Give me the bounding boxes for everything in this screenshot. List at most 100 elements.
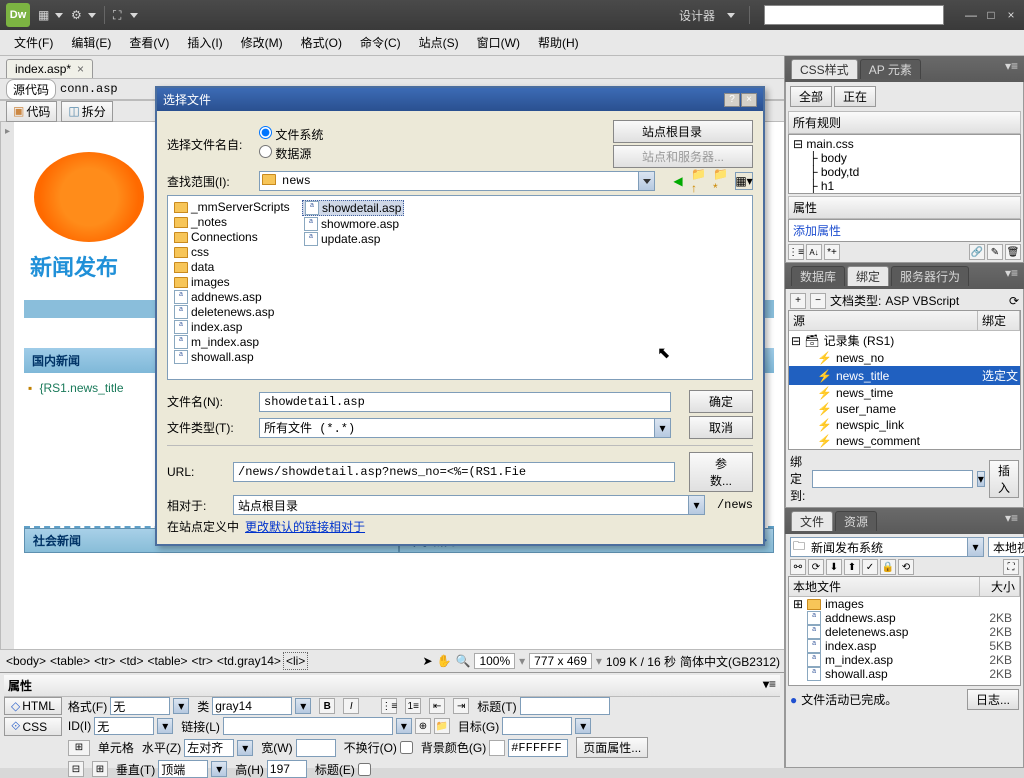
relative-combo[interactable]: ▾ [233, 495, 705, 515]
header-checkbox[interactable] [358, 763, 371, 776]
tab-css-styles[interactable]: CSS样式 [791, 59, 858, 79]
field-news-time[interactable]: ⚡news_time [789, 385, 1020, 401]
recordset-node[interactable]: ⊟ 🗃 记录集 (RS1) [789, 331, 1020, 350]
file-item[interactable]: ashowall.asp [172, 350, 302, 364]
class-select[interactable] [212, 697, 292, 715]
url-input[interactable] [234, 465, 674, 479]
menu-site[interactable]: 站点(S) [413, 32, 465, 53]
menu-view[interactable]: 查看(V) [123, 32, 175, 53]
outdent-button[interactable]: ⇤ [429, 698, 445, 714]
menu-format[interactable]: 格式(O) [295, 32, 348, 53]
folder-item[interactable]: css [172, 245, 302, 259]
css-all-button[interactable]: 全部 [790, 86, 832, 107]
files-tree[interactable]: 本地文件大小 ⊞ images aaddnews.asp2KB adeleten… [788, 576, 1021, 686]
title-input[interactable] [520, 697, 610, 715]
split-cells-icon[interactable]: ⊞ [92, 761, 108, 777]
point-to-file-icon[interactable]: ⊕ [415, 718, 431, 734]
file-tree-item[interactable]: aindex.asp5KB [789, 639, 1020, 653]
put-icon[interactable]: ⬆ [844, 559, 860, 575]
search-input[interactable] [764, 5, 944, 25]
browse-folder-icon[interactable]: 📁 [434, 718, 450, 734]
width-input[interactable] [296, 739, 336, 757]
refresh-icon[interactable]: ⟳ [808, 559, 824, 575]
back-icon[interactable]: ◀ [669, 172, 687, 190]
site-select[interactable]: 🗀▾ [790, 537, 984, 557]
menu-modify[interactable]: 修改(M) [235, 32, 289, 53]
ok-button[interactable]: 确定 [689, 390, 753, 413]
up-folder-icon[interactable]: 📁↑ [691, 172, 709, 190]
cancel-button[interactable]: 取消 [689, 416, 753, 439]
tag-table2[interactable]: <table> [145, 653, 189, 669]
code-view-button[interactable]: ▣代码 [6, 101, 57, 122]
change-default-link[interactable]: 更改默认的链接相对于 [245, 518, 365, 535]
filename-input[interactable] [260, 395, 670, 409]
folder-item[interactable]: _mmServerScripts [172, 200, 302, 214]
source-code-pill[interactable]: 源代码 [6, 79, 56, 100]
file-tree-item[interactable]: adeletenews.asp2KB [789, 625, 1020, 639]
file-item[interactable]: ashowdetail.asp [302, 200, 404, 216]
indent-button[interactable]: ⇥ [453, 698, 469, 714]
format-select[interactable] [110, 697, 170, 715]
tab-database[interactable]: 数据库 [791, 266, 845, 286]
tag-table[interactable]: <table> [48, 653, 92, 669]
tag-tr[interactable]: <tr> [92, 653, 117, 669]
dialog-close-button[interactable]: × [741, 93, 757, 107]
ol-button[interactable]: 1≡ [405, 698, 421, 714]
add-property-link[interactable]: 添加属性 [788, 219, 1021, 242]
new-folder-icon[interactable]: 📁* [713, 172, 731, 190]
css-mode-button[interactable]: ⟐CSS [4, 717, 62, 736]
add-binding-button[interactable]: + [790, 293, 806, 309]
field-news-no[interactable]: ⚡news_no [789, 350, 1020, 366]
selection-tool-icon[interactable]: ➤ [422, 654, 432, 668]
file-item[interactable]: aindex.asp [172, 320, 302, 334]
field-news-title[interactable]: ⚡news_title选定文 [789, 366, 1020, 385]
folder-item[interactable]: data [172, 260, 302, 274]
close-tab-icon[interactable]: × [77, 62, 84, 76]
file-tree-item[interactable]: ashowall.asp2KB [789, 667, 1020, 681]
gutter-icon[interactable]: ▸ [5, 126, 10, 137]
folder-item[interactable]: Connections [172, 230, 302, 244]
extensions-dropdown[interactable]: ⚙ [71, 8, 96, 22]
workspace-label[interactable]: 设计器 [679, 7, 715, 24]
zoom-level[interactable]: 100% [474, 653, 515, 669]
dialog-titlebar[interactable]: 选择文件 ?× [157, 88, 763, 111]
menu-file[interactable]: 文件(F) [8, 32, 59, 53]
file-item[interactable]: am_index.asp [172, 335, 302, 349]
id-select[interactable] [94, 717, 154, 735]
view-select[interactable]: ▾ [988, 537, 1024, 557]
zoom-tool-icon[interactable]: 🔍 [455, 654, 470, 668]
parameters-button[interactable]: 参数... [689, 452, 753, 492]
link-input[interactable] [223, 717, 393, 735]
css-current-button[interactable]: 正在 [834, 86, 876, 107]
menu-edit[interactable]: 编辑(E) [65, 32, 117, 53]
minimize-button[interactable]: — [964, 8, 978, 22]
file-tree-item[interactable]: am_index.asp2KB [789, 653, 1020, 667]
folder-item[interactable]: _notes [172, 215, 302, 229]
widgets-dropdown[interactable]: ⛶ [113, 8, 138, 22]
folder-item[interactable]: images [172, 275, 302, 289]
file-item[interactable]: adeletenews.asp [172, 305, 302, 319]
file-tree-item[interactable]: ⊞ images [789, 597, 1020, 611]
log-button[interactable]: 日志... [967, 689, 1019, 710]
tab-server-behavior[interactable]: 服务器行为 [891, 266, 969, 286]
checkout-icon[interactable]: ✓ [862, 559, 878, 575]
height-input[interactable] [267, 760, 307, 778]
remove-binding-button[interactable]: − [810, 293, 826, 309]
file-item[interactable]: ashowmore.asp [302, 217, 404, 231]
file-browser-list[interactable]: _mmServerScripts_notesConnectionscssdata… [167, 195, 753, 380]
tab-resources[interactable]: 资源 [835, 511, 877, 531]
tag-td[interactable]: <td> [117, 653, 145, 669]
horiz-select[interactable] [184, 739, 234, 757]
css-rules-tree[interactable]: ⊟ main.css ├ body ├ body,td ├ h1 [788, 134, 1021, 194]
menu-window[interactable]: 窗口(W) [471, 32, 526, 53]
field-newspic-link[interactable]: ⚡newspic_link [789, 417, 1020, 433]
get-icon[interactable]: ⬇ [826, 559, 842, 575]
folder-combo[interactable] [259, 171, 655, 191]
menu-commands[interactable]: 命令(C) [354, 32, 407, 53]
page-properties-button[interactable]: 页面属性... [576, 737, 648, 758]
field-news-comment[interactable]: ⚡news_comment [789, 433, 1020, 449]
vert-select[interactable] [158, 760, 208, 778]
bind-to-input[interactable] [812, 470, 973, 488]
insert-binding-button[interactable]: 插入 [989, 460, 1019, 498]
sync-icon[interactable]: ⟲ [898, 559, 914, 575]
